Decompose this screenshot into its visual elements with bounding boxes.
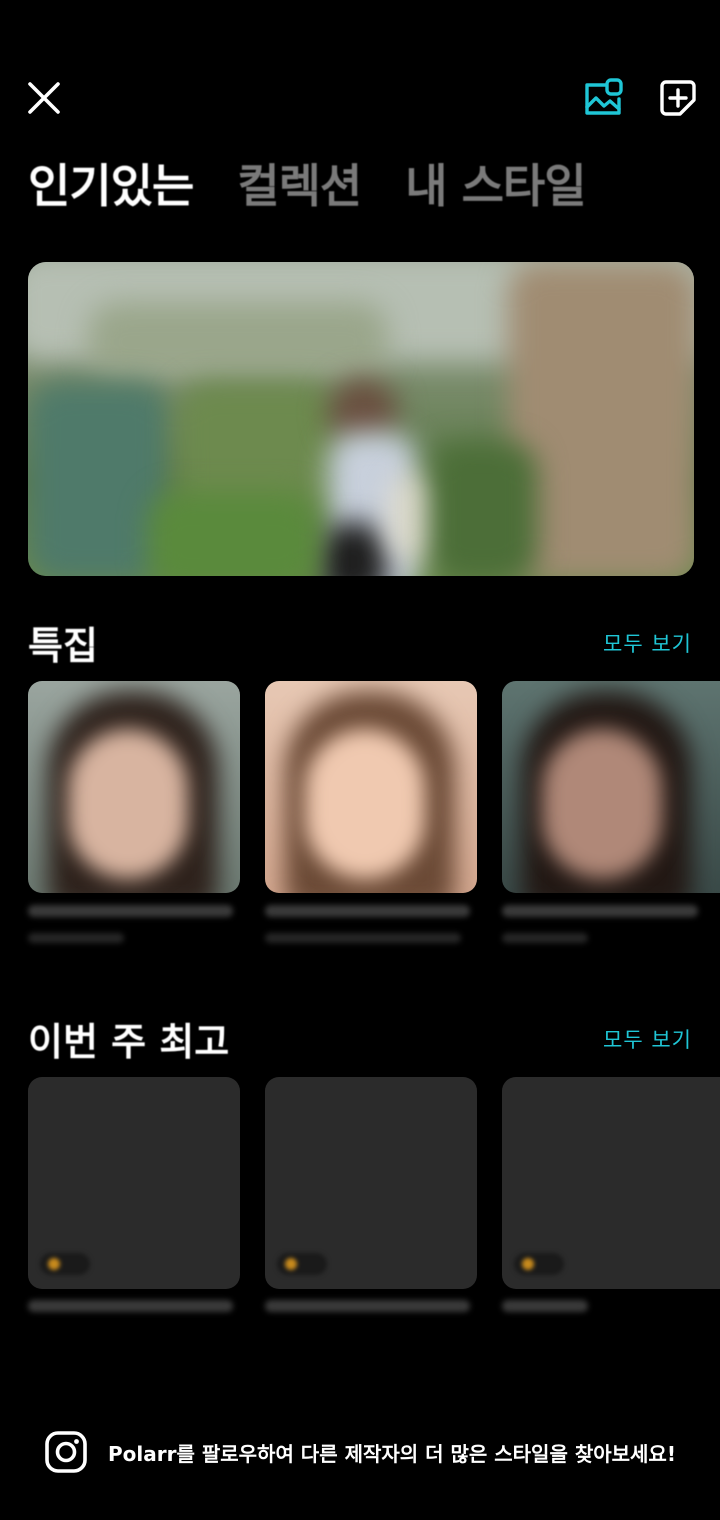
featured-title: 특집 [28,624,98,668]
weekly-best-title: 이번 주 최고 [28,1020,230,1064]
add-style-button[interactable] [654,74,702,122]
hero-banner[interactable] [28,262,694,576]
tab-popular[interactable]: 인기있는 [28,150,194,216]
style-tabs: 인기있는 컬렉션 내 스타일 [28,150,587,216]
instagram-icon [45,1431,87,1473]
rating-badge [277,1253,327,1275]
add-square-icon [660,80,696,116]
tab-my-styles[interactable]: 내 스타일 [405,150,586,216]
featured-card[interactable] [28,681,240,893]
featured-card[interactable] [265,681,477,893]
weekly-card[interactable] [28,1077,240,1289]
image-gallery-icon [585,78,623,115]
tab-collections[interactable]: 컬렉션 [237,150,362,216]
close-icon [28,82,60,114]
weekly-card[interactable] [265,1077,477,1289]
close-button[interactable] [22,76,66,120]
weekly-see-all-link[interactable]: 모두 보기 [603,1024,692,1054]
gallery-button[interactable] [580,74,628,122]
rating-badge [40,1253,90,1275]
follow-message: Polarr를 팔로우하여 다른 제작자의 더 많은 스타일을 찾아보세요! [108,1441,676,1466]
featured-see-all-link[interactable]: 모두 보기 [603,628,692,658]
featured-card[interactable] [502,681,720,893]
weekly-card[interactable] [502,1077,720,1289]
instagram-follow-banner[interactable]: Polarr를 팔로우하여 다른 제작자의 더 많은 스타일을 찾아보세요! [44,1430,676,1474]
rating-badge [514,1253,564,1275]
